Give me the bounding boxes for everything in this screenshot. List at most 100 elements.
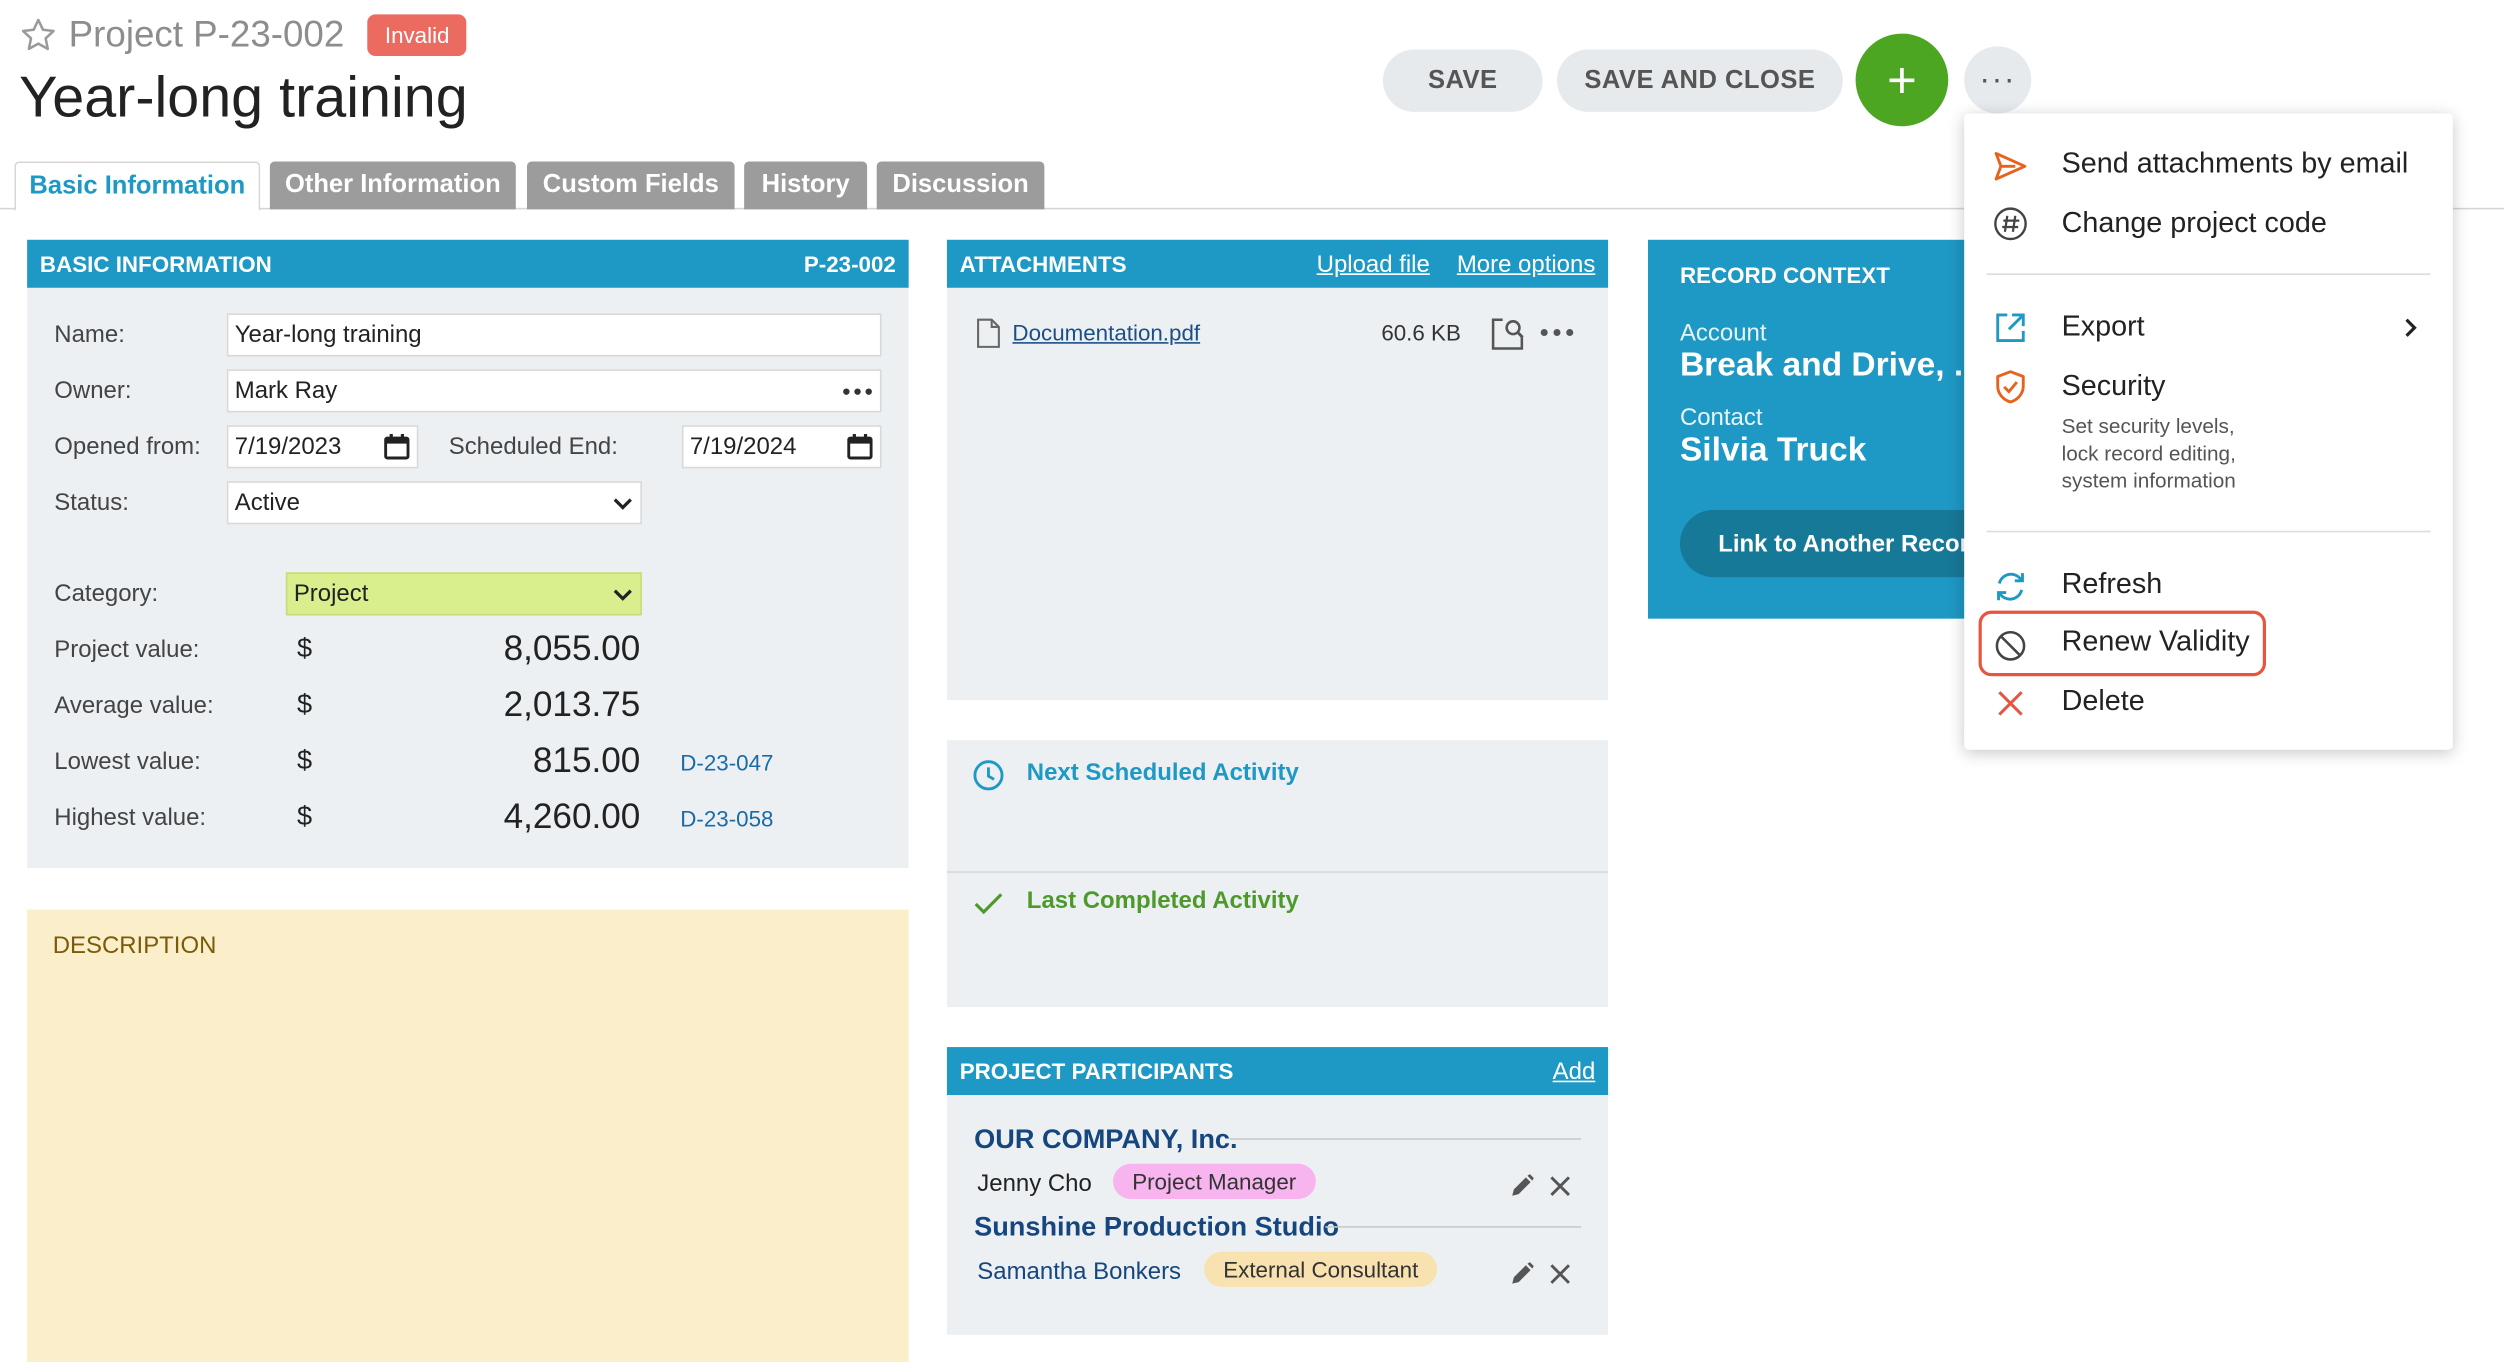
highest-value-document-link[interactable]: D-23-058 — [680, 806, 773, 832]
tab-basic-information[interactable]: Basic Information — [14, 161, 261, 212]
menu-separator — [1986, 530, 2431, 533]
tab-other-information[interactable]: Other Information — [269, 161, 516, 210]
security-description-line: lock record editing, — [2061, 441, 2236, 466]
participants-header: PROJECT PARTICIPANTS Add — [946, 1047, 1609, 1096]
file-icon — [977, 318, 1000, 348]
scheduled-end-label: Scheduled End: — [448, 433, 618, 461]
currency-symbol: $ — [297, 688, 313, 720]
menu-item-security[interactable]: Security — [2062, 369, 2166, 403]
menu-item-refresh[interactable]: Refresh — [2062, 568, 2163, 602]
name-field[interactable]: Year-long training — [226, 313, 882, 357]
more-icon[interactable] — [1539, 328, 1574, 338]
highest-value: 4,260.00 — [503, 796, 641, 837]
add-participant-link[interactable]: Add — [1553, 1057, 1596, 1084]
attachments-header: ATTACHMENTS Upload file More options — [946, 239, 1609, 288]
status-badge: Invalid — [367, 14, 468, 56]
lowest-value-label: Lowest value: — [54, 748, 201, 776]
save-and-close-button[interactable]: SAVE AND CLOSE — [1556, 49, 1843, 112]
preview-icon[interactable] — [1490, 317, 1525, 352]
panel-title: BASIC INFORMATION — [39, 250, 272, 277]
ban-icon — [1995, 630, 2026, 661]
account-label: Account — [1679, 319, 1767, 347]
more-options-button[interactable]: ··· — [1964, 46, 2032, 114]
role-tag: Project Manager — [1113, 1163, 1316, 1199]
record-context-panel: RECORD CONTEXT Account Break and Drive, … — [1648, 239, 2016, 619]
currency-symbol: $ — [297, 633, 313, 664]
next-scheduled-activity[interactable]: Next Scheduled Activity — [1027, 759, 1299, 786]
description-heading: DESCRIPTION — [52, 931, 217, 960]
owner-field[interactable]: Mark Ray — [226, 369, 882, 413]
project-code: Project P-23-002 — [68, 12, 345, 55]
close-icon — [1998, 691, 2023, 716]
status-select[interactable]: Active — [226, 481, 642, 525]
lowest-value-document-link[interactable]: D-23-047 — [680, 750, 773, 776]
description-panel[interactable]: DESCRIPTION — [27, 909, 909, 1362]
security-description-line: system information — [2061, 468, 2236, 493]
record-context-heading: RECORD CONTEXT — [1679, 262, 1890, 288]
clock-icon — [973, 760, 1004, 791]
basic-information-header: BASIC INFORMATION P-23-002 — [27, 239, 909, 288]
attachments-panel: ATTACHMENTS Upload file More options Doc… — [946, 239, 1609, 701]
menu-item-send-attachments[interactable]: Send attachments by email — [2062, 147, 2409, 181]
attachment-file-size: 60.6 KB — [1381, 319, 1461, 346]
participant-name[interactable]: Samantha Bonkers — [977, 1258, 1181, 1285]
hash-icon — [1994, 207, 2027, 241]
stage: Project P-23-002 Invalid Year-long train… — [0, 0, 2504, 1362]
last-completed-activity[interactable]: Last Completed Activity — [1027, 887, 1299, 914]
name-label: Name: — [54, 321, 125, 349]
opened-from-field[interactable]: 7/19/2023 — [226, 425, 419, 469]
category-select[interactable]: Project — [285, 572, 642, 616]
project-value-label: Project value: — [54, 636, 200, 664]
average-value-label: Average value: — [54, 692, 214, 720]
average-value: 2,013.75 — [503, 684, 641, 725]
favorite-star-icon[interactable] — [19, 16, 57, 54]
refresh-icon — [1997, 572, 2024, 601]
lowest-value: 815.00 — [532, 740, 641, 781]
panel-title: ATTACHMENTS — [959, 250, 1127, 277]
export-icon — [1996, 313, 2025, 342]
contact-label: Contact — [1679, 404, 1763, 432]
remove-icon[interactable] — [1547, 1261, 1573, 1287]
security-description-line: Set security levels, — [2061, 414, 2235, 439]
organization-name[interactable]: OUR COMPANY, Inc. — [974, 1124, 1237, 1156]
add-button[interactable]: + — [1855, 33, 1949, 127]
role-tag: External Consultant — [1204, 1251, 1438, 1287]
remove-icon[interactable] — [1547, 1173, 1573, 1199]
panel-code: P-23-002 — [803, 250, 896, 277]
menu-item-renew-validity[interactable]: Renew Validity — [2062, 625, 2250, 659]
menu-item-export[interactable]: Export — [2062, 310, 2145, 344]
category-label: Category: — [54, 580, 159, 608]
scheduled-end-field[interactable]: 7/19/2024 — [681, 425, 882, 469]
chevron-down-icon — [612, 586, 634, 602]
tab-custom-fields[interactable]: Custom Fields — [526, 161, 735, 210]
upload-file-link[interactable]: Upload file — [1317, 250, 1430, 277]
attachment-file-link[interactable]: Documentation.pdf — [1012, 320, 1200, 346]
account-link[interactable]: Break and Drive, ... — [1680, 347, 1982, 385]
shield-icon — [1996, 370, 2025, 404]
save-button[interactable]: SAVE — [1382, 49, 1543, 112]
menu-item-delete[interactable]: Delete — [2062, 684, 2145, 718]
organization-name[interactable]: Sunshine Production Studio — [974, 1212, 1339, 1244]
participant-name[interactable]: Jenny Cho — [977, 1170, 1092, 1197]
check-icon — [974, 893, 1003, 915]
scheduled-end-value: 7/19/2024 — [689, 433, 797, 461]
owner-more-icon[interactable] — [842, 386, 874, 396]
activity-divider — [946, 871, 1609, 873]
contact-link[interactable]: Silvia Truck — [1680, 432, 1866, 470]
tab-history[interactable]: History — [744, 161, 868, 210]
status-label: Status: — [54, 489, 129, 517]
owner-label: Owner: — [54, 377, 132, 405]
calendar-icon[interactable] — [846, 433, 873, 460]
menu-separator — [1986, 273, 2431, 275]
currency-symbol: $ — [297, 800, 313, 832]
owner-value: Mark Ray — [234, 377, 338, 405]
more-options-link[interactable]: More options — [1457, 250, 1595, 277]
menu-item-change-project-code[interactable]: Change project code — [2062, 206, 2327, 240]
edit-icon[interactable] — [1509, 1173, 1535, 1199]
opened-from-label: Opened from: — [54, 433, 201, 461]
tab-discussion[interactable]: Discussion — [876, 161, 1045, 210]
basic-information-panel: BASIC INFORMATION P-23-002 Name: Year-lo… — [27, 239, 909, 869]
edit-icon[interactable] — [1509, 1261, 1535, 1287]
calendar-icon[interactable] — [383, 433, 410, 460]
opened-from-value: 7/19/2023 — [234, 433, 342, 461]
